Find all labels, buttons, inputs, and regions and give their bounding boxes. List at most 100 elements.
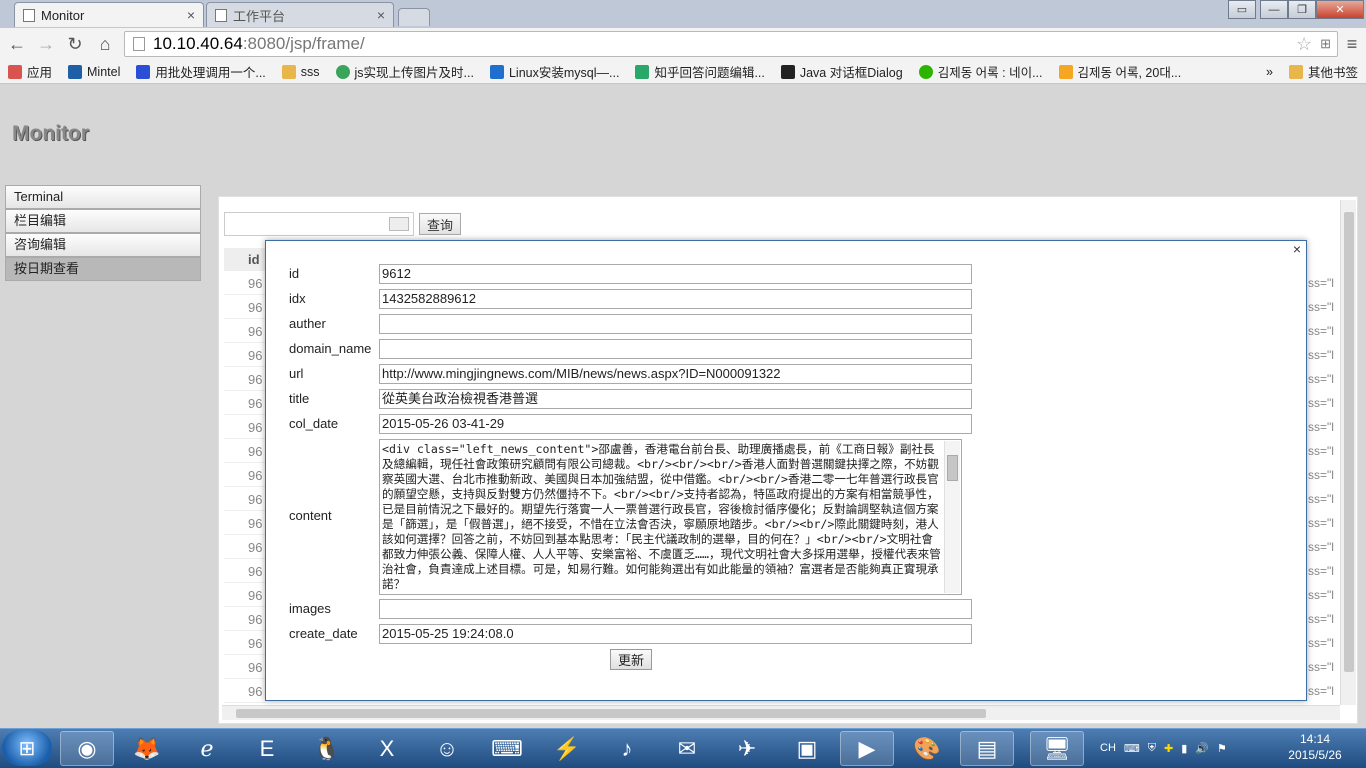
paint-icon[interactable]: 🎨: [900, 731, 954, 766]
sidebar-item-view-by-date[interactable]: 按日期查看: [5, 257, 201, 281]
ie-icon[interactable]: ℯ: [180, 731, 234, 766]
menu-icon[interactable]: ≡: [1340, 32, 1364, 56]
bookmarks-more[interactable]: »: [1258, 65, 1281, 79]
close-window-button[interactable]: ✕: [1316, 0, 1364, 19]
maximize-button[interactable]: ❐: [1288, 0, 1316, 19]
signal-icon[interactable]: ▮: [1181, 742, 1187, 755]
table-cell-class: ss="l: [1308, 420, 1334, 434]
tab-label: 工作平台: [233, 8, 286, 24]
clock[interactable]: 14:14 2015/5/26: [1275, 731, 1355, 765]
table-cell-class: ss="l: [1308, 588, 1334, 602]
field-label-images: images: [289, 601, 331, 616]
field-label-create-date: create_date: [289, 626, 358, 641]
thunder-icon[interactable]: ⚡: [540, 731, 594, 766]
address-bar[interactable]: 10.10.40.64:8080/jsp/frame/ ☆ ⊞: [124, 31, 1338, 57]
b-icon: [780, 64, 795, 79]
table-cell-class: ss="l: [1308, 564, 1334, 578]
bookmark-java-dialog[interactable]: Java 对话框Dialog: [773, 62, 911, 81]
start-button[interactable]: ⊞: [2, 730, 52, 766]
domain-name-field[interactable]: [379, 339, 972, 359]
home-icon[interactable]: ⌂: [93, 32, 117, 56]
auther-field[interactable]: [379, 314, 972, 334]
bookmark-js-upload[interactable]: js实现上传图片及时...: [328, 62, 482, 81]
field-label-title: title: [289, 391, 310, 406]
star-icon[interactable]: ☆: [1296, 34, 1312, 55]
browser-titlebar: [0, 0, 1366, 28]
messenger-icon[interactable]: ✉: [660, 731, 714, 766]
tab-workbench[interactable]: 工作平台 ×: [206, 2, 394, 27]
ftp-icon[interactable]: ☺: [420, 731, 474, 766]
scroll-thumb[interactable]: [947, 455, 958, 481]
scroll-thumb[interactable]: [1344, 212, 1354, 672]
table-cell-class: ss="l: [1308, 276, 1334, 290]
calendar-icon[interactable]: [389, 217, 409, 231]
user-icon[interactable]: ▭: [1228, 0, 1256, 19]
minimize-button[interactable]: —: [1260, 0, 1288, 19]
network-tool-icon[interactable]: ⌨: [480, 731, 534, 766]
flag-icon[interactable]: ⚑: [1217, 742, 1227, 755]
bookmark-zhihu[interactable]: 知乎回答问题编辑...: [627, 62, 772, 81]
vertical-scrollbar[interactable]: [1340, 200, 1356, 705]
query-button[interactable]: 查询: [419, 213, 461, 235]
remote-desktop-icon[interactable]: 🖥: [1030, 731, 1084, 766]
keyboard-icon[interactable]: ⌨: [1124, 742, 1140, 755]
close-icon[interactable]: ×: [1290, 242, 1304, 256]
cmd-icon[interactable]: ▤: [960, 731, 1014, 766]
sidebar-item-terminal[interactable]: Terminal: [5, 185, 201, 209]
table-cell-class: ss="l: [1308, 684, 1334, 698]
back-arrow-icon[interactable]: ←: [5, 32, 29, 56]
bookmark-sss[interactable]: sss: [274, 64, 328, 79]
page-icon: [133, 37, 145, 51]
bookmark-naver[interactable]: 김제동 어록 : 네이...: [911, 62, 1051, 81]
close-tab-icon[interactable]: ×: [187, 7, 195, 23]
scroll-thumb[interactable]: [236, 709, 986, 718]
new-tab-button[interactable]: [398, 8, 430, 26]
office-icon[interactable]: ▣: [780, 731, 834, 766]
date-input[interactable]: [224, 212, 414, 236]
col-date-field[interactable]: 2015-05-26 03-41-29: [379, 414, 972, 434]
other-bookmarks[interactable]: 其他书签: [1281, 62, 1366, 81]
forward-arrow-icon[interactable]: →: [34, 32, 58, 56]
create-date-field[interactable]: 2015-05-25 19:24:08.0: [379, 624, 972, 644]
content-textarea[interactable]: <div class="left_news_content">邵盧善，香港電台前…: [379, 439, 962, 595]
plus-icon[interactable]: ✚: [1164, 742, 1173, 755]
id-field[interactable]: 9612: [379, 264, 972, 284]
url-host: 10.10.40.64: [153, 34, 243, 53]
media-player-icon[interactable]: ▶: [840, 731, 894, 766]
update-button[interactable]: 更新: [610, 649, 652, 670]
table-row: 96: [224, 368, 266, 391]
table-row: 96: [224, 608, 266, 631]
chrome-icon[interactable]: ◉: [60, 731, 114, 766]
xmind-icon[interactable]: X: [360, 731, 414, 766]
table-row: 96: [224, 296, 266, 319]
images-field[interactable]: [379, 599, 972, 619]
sidebar-item-column-edit[interactable]: 栏目编辑: [5, 209, 201, 233]
shield-icon[interactable]: ⛨: [1148, 742, 1156, 755]
horizontal-scrollbar[interactable]: [222, 705, 1340, 720]
tab-monitor[interactable]: Monitor ×: [14, 2, 204, 27]
firefox-icon[interactable]: 🦊: [120, 731, 174, 766]
bookmark-bing[interactable]: 김제동 어록, 20대...: [1051, 62, 1190, 81]
close-tab-icon[interactable]: ×: [377, 7, 385, 23]
system-tray: CH ⌨ ⛨ ✚ ▮ 🔊 ⚑: [1100, 732, 1260, 764]
idx-field[interactable]: 1432582889612: [379, 289, 972, 309]
bookmark-apps[interactable]: 应用: [0, 62, 60, 81]
bookmark-mintel[interactable]: Mintel: [60, 64, 128, 79]
sidebar-item-consult-edit[interactable]: 咨询编辑: [5, 233, 201, 257]
bookmark-batch[interactable]: 用批处理调用一个...: [128, 62, 273, 81]
folder-icon: [1288, 64, 1303, 79]
ime-indicator[interactable]: CH: [1100, 742, 1116, 754]
feiq-icon[interactable]: ✈: [720, 731, 774, 766]
textarea-scrollbar[interactable]: [944, 441, 960, 593]
field-label-auther: auther: [289, 316, 326, 331]
reload-icon[interactable]: ↻: [63, 32, 87, 56]
music-icon[interactable]: ♪: [600, 731, 654, 766]
url-field[interactable]: http://www.mingjingnews.com/MIB/news/new…: [379, 364, 972, 384]
volume-icon[interactable]: 🔊: [1195, 742, 1209, 755]
title-field[interactable]: 從英美台政治檢視香港普選: [379, 389, 972, 409]
editor-icon[interactable]: E: [240, 731, 294, 766]
bookmark-linux-mysql[interactable]: Linux安装mysql—...: [482, 62, 627, 81]
table-row: 96: [224, 536, 266, 559]
qq-icon[interactable]: 🐧: [300, 731, 354, 766]
translate-icon[interactable]: ⊞: [1320, 36, 1331, 52]
